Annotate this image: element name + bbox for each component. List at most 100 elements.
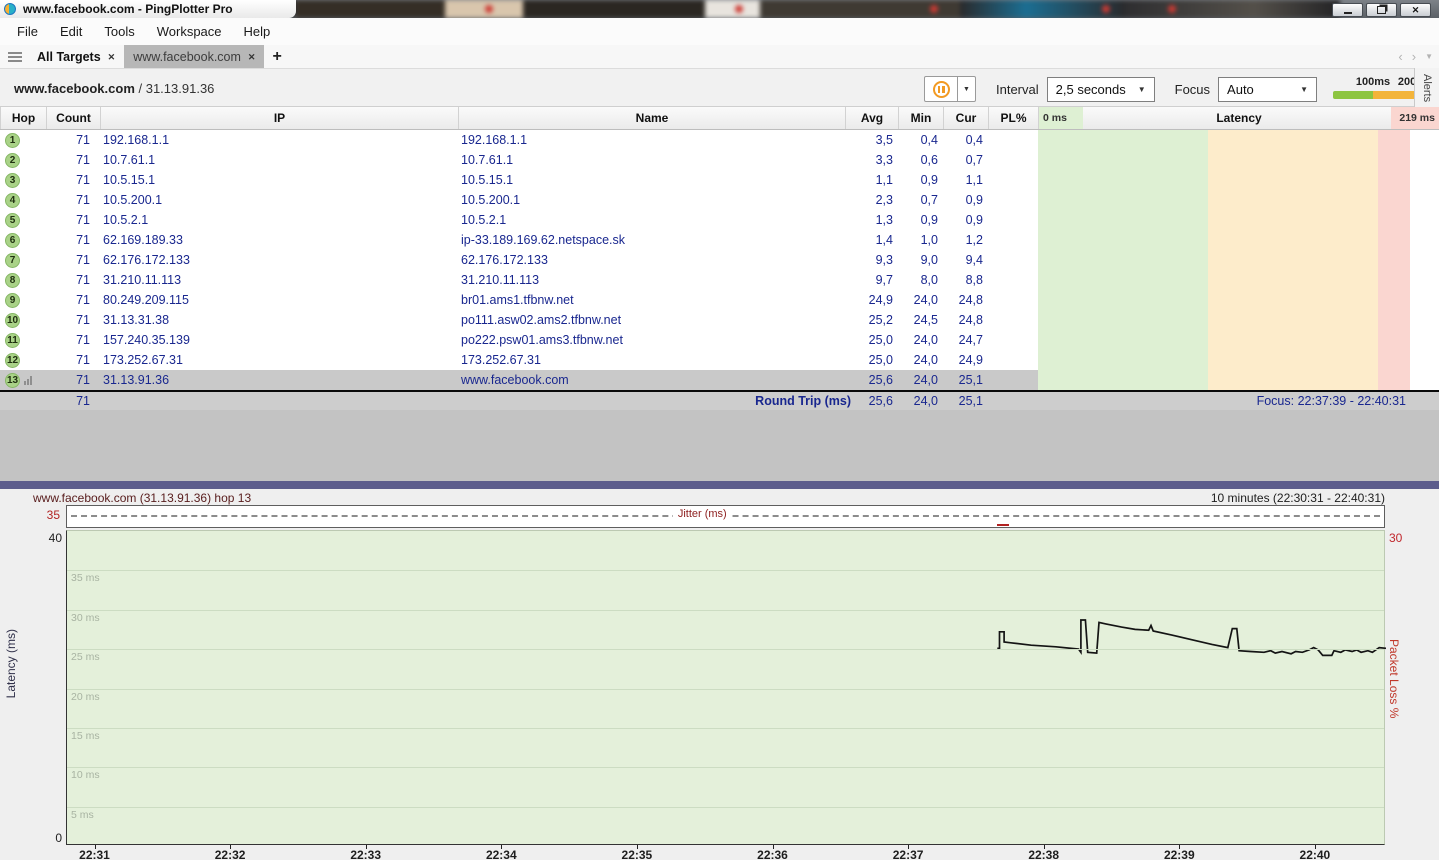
hop-badge: 7 (5, 253, 20, 268)
ip-cell: 62.169.189.33 (103, 230, 183, 250)
close-icon: ✕ (1412, 5, 1420, 15)
minimize-button[interactable] (1332, 3, 1363, 17)
latency-column-title: Latency (1039, 107, 1439, 129)
cur-cell: 0,4 (943, 130, 983, 150)
focus-range-label: Focus: 22:37:39 - 22:40:31 (1100, 392, 1406, 410)
table-row-hop-3[interactable]: 37110.5.15.110.5.15.11,10,91,1 (0, 170, 1439, 190)
gridline-10ms (67, 767, 1384, 768)
tab-all-targets[interactable]: All Targets✕ (28, 45, 124, 68)
column-header-ip[interactable]: IP (100, 107, 458, 129)
packet-loss-axis-title: Packet Loss % (1387, 639, 1401, 718)
column-header-latency[interactable]: 0 ms Latency 219 ms (1038, 107, 1439, 129)
gridline-5ms (67, 807, 1384, 808)
table-row-hop-12[interactable]: 1271173.252.67.31173.252.67.3125,024,024… (0, 350, 1439, 370)
tab-scroll-right-icon[interactable]: › (1412, 50, 1416, 63)
menu-workspace[interactable]: Workspace (146, 18, 233, 45)
name-cell: www.facebook.com (461, 370, 569, 390)
focus-select[interactable]: Auto ▼ (1218, 77, 1317, 102)
column-header-hop[interactable]: Hop (0, 107, 46, 129)
time-tick-label: 22:36 (757, 848, 788, 860)
count-cell: 71 (46, 270, 90, 290)
column-header-name[interactable]: Name (458, 107, 845, 129)
count-cell: 71 (46, 210, 90, 230)
trace-table: 0 ms Latency 219 ms HopCountIPNameAvgMin… (0, 107, 1439, 390)
column-header-avg[interactable]: Avg (845, 107, 898, 129)
interval-label: Interval (996, 82, 1039, 97)
cur-cell: 25,1 (943, 370, 983, 390)
ip-cell: 10.7.61.1 (103, 150, 155, 170)
count-cell: 71 (46, 370, 90, 390)
table-row-hop-4[interactable]: 47110.5.200.110.5.200.12,30,70,9 (0, 190, 1439, 210)
pingplotter-app-icon (4, 3, 16, 15)
menu-bar: FileEditToolsWorkspaceHelp (0, 18, 1439, 45)
alerts-label: Alerts (1421, 74, 1433, 102)
cur-cell: 1,2 (943, 230, 983, 250)
hamburger-icon[interactable] (8, 45, 22, 68)
avg-cell: 25,0 (845, 330, 893, 350)
name-cell: 10.5.2.1 (461, 210, 506, 230)
table-row-hop-13[interactable]: 137131.13.91.36www.facebook.com25,624,02… (0, 370, 1439, 390)
timeline-plot[interactable]: 35 ms30 ms25 ms20 ms15 ms10 ms5 ms (66, 530, 1385, 845)
tab-list-dropdown-icon[interactable]: ▼ (1425, 50, 1433, 63)
tab-close-icon[interactable]: ✕ (248, 52, 256, 62)
menu-file[interactable]: File (6, 18, 49, 45)
table-row-hop-11[interactable]: 1171157.240.35.139po222.psw01.ams3.tfbnw… (0, 330, 1439, 350)
latency-axis-title: Latency (ms) (4, 629, 18, 698)
tab-close-icon[interactable]: ✕ (108, 52, 116, 62)
min-cell: 1,0 (898, 230, 938, 250)
gridline-label-20ms: 20 ms (71, 691, 100, 703)
column-header-cur[interactable]: Cur (943, 107, 988, 129)
jitter-label: Jitter (ms) (673, 508, 732, 520)
table-row-hop-7[interactable]: 77162.176.172.13362.176.172.1339,39,09,4 (0, 250, 1439, 270)
name-cell: 10.5.200.1 (461, 190, 520, 210)
table-row-hop-9[interactable]: 97180.249.209.115br01.ams1.tfbnw.net24,9… (0, 290, 1439, 310)
hop-badge: 10 (5, 313, 20, 328)
tab-scroll-left-icon[interactable]: ‹ (1398, 50, 1402, 63)
table-row-hop-1[interactable]: 171192.168.1.1192.168.1.13,50,40,4 (0, 130, 1439, 150)
ip-cell: 157.240.35.139 (103, 330, 190, 350)
table-row-hop-5[interactable]: 57110.5.2.110.5.2.11,30,90,9 (0, 210, 1439, 230)
name-cell: br01.ams1.tfbnw.net (461, 290, 574, 310)
pause-button[interactable] (924, 76, 958, 102)
interval-select[interactable]: 2,5 seconds ▼ (1047, 77, 1155, 102)
name-cell: 192.168.1.1 (461, 130, 527, 150)
column-header-min[interactable]: Min (898, 107, 943, 129)
ip-cell: 62.176.172.133 (103, 250, 190, 270)
new-tab-button[interactable]: + (264, 45, 289, 68)
pause-dropdown-button[interactable]: ▼ (958, 76, 976, 102)
table-row-hop-8[interactable]: 87131.210.11.11331.210.11.1139,78,08,8 (0, 270, 1439, 290)
avg-cell: 24,9 (845, 290, 893, 310)
table-row-hop-2[interactable]: 27110.7.61.110.7.61.13,30,60,7 (0, 150, 1439, 170)
alerts-side-tab[interactable]: Alerts (1414, 68, 1439, 109)
cur-cell: 0,9 (943, 190, 983, 210)
time-tick-label: 22:38 (1028, 848, 1059, 860)
tab-www-facebook-com[interactable]: www.facebook.com✕ (124, 45, 264, 68)
time-axis: 22:3122:3222:3322:3422:3522:3622:3722:38… (0, 845, 1439, 860)
avg-cell: 25,2 (845, 310, 893, 330)
summary-min: 24,0 (898, 392, 938, 410)
summary-count: 71 (46, 392, 90, 410)
avg-cell: 9,7 (845, 270, 893, 290)
column-header-pl[interactable]: PL% (988, 107, 1038, 129)
column-header-count[interactable]: Count (46, 107, 100, 129)
menu-tools[interactable]: Tools (93, 18, 145, 45)
table-row-hop-10[interactable]: 107131.13.31.38po111.asw02.ams2.tfbnw.ne… (0, 310, 1439, 330)
menu-edit[interactable]: Edit (49, 18, 93, 45)
close-button[interactable]: ✕ (1400, 3, 1431, 17)
menu-help[interactable]: Help (233, 18, 282, 45)
focus-value: Auto (1227, 82, 1254, 97)
avg-cell: 1,3 (845, 210, 893, 230)
gridline-label-10ms: 10 ms (71, 769, 100, 781)
maximize-button[interactable] (1366, 3, 1397, 17)
latency-axis-max: 40 (30, 531, 62, 545)
pingplotter-window: www.facebook.com - PingPlotter Pro ✕ Fil… (0, 0, 1439, 860)
jitter-trace (997, 524, 1008, 526)
time-tick-label: 22:33 (350, 848, 381, 860)
avg-cell: 1,1 (845, 170, 893, 190)
ip-cell: 192.168.1.1 (103, 130, 169, 150)
table-row-hop-6[interactable]: 67162.169.189.33ip-33.189.169.62.netspac… (0, 230, 1439, 250)
min-cell: 24,0 (898, 350, 938, 370)
summary-cur: 25,1 (943, 392, 983, 410)
pane-splitter[interactable] (0, 481, 1439, 489)
hop-badge: 8 (5, 273, 20, 288)
